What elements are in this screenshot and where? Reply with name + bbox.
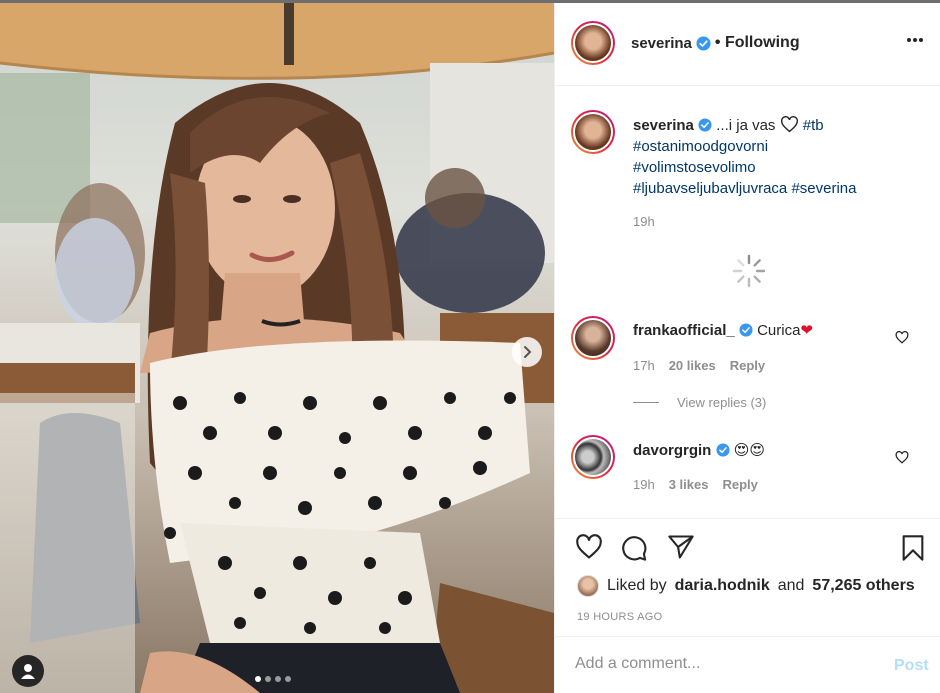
- like-icon[interactable]: [575, 534, 603, 560]
- comment-text: Curica: [757, 322, 801, 339]
- hashtag-link[interactable]: #tb: [803, 117, 824, 134]
- likes-others-link[interactable]: 57,265 others: [812, 577, 914, 595]
- tagged-users-button[interactable]: [12, 655, 44, 687]
- replies-divider: [633, 402, 659, 403]
- post-comment-button[interactable]: Post: [894, 657, 929, 675]
- caption-username[interactable]: severina: [633, 117, 694, 134]
- post-actions: Liked by daria.hodnik and 57,265 others …: [555, 518, 940, 638]
- view-replies-label: View replies (3): [677, 395, 767, 410]
- photo-illustration: [0, 3, 554, 693]
- like-comment-icon[interactable]: [895, 331, 909, 344]
- add-comment-bar: Post: [555, 636, 940, 693]
- loading-spinner-icon: [732, 254, 766, 288]
- liked-by-prefix: Liked by: [607, 577, 667, 594]
- share-icon[interactable]: [667, 534, 695, 560]
- liker-username[interactable]: daria.hodnik: [675, 577, 770, 595]
- liker-avatar[interactable]: [577, 575, 599, 597]
- red-heart-emoji: ❤: [800, 322, 813, 339]
- comment-reply-button[interactable]: Reply: [730, 358, 765, 373]
- comment-reply-button[interactable]: Reply: [722, 477, 757, 492]
- author-avatar[interactable]: [571, 21, 615, 65]
- comment-time[interactable]: 17h: [633, 358, 655, 373]
- carousel-dot-active: [255, 676, 261, 682]
- comment-username[interactable]: frankaofficial_: [633, 322, 735, 339]
- heart-outline-icon: [780, 116, 798, 133]
- author-username[interactable]: severina: [631, 35, 692, 52]
- comment-likes[interactable]: 20 likes: [669, 358, 716, 373]
- like-comment-icon[interactable]: [895, 451, 909, 464]
- carousel-next-button[interactable]: [512, 337, 542, 367]
- comment-avatar[interactable]: [571, 316, 615, 360]
- post-caption: severina ...i ja vas #tb #ostanimoodgovo…: [633, 115, 923, 232]
- caption-author-avatar[interactable]: [571, 110, 615, 154]
- author-header: severina • Following: [631, 34, 800, 52]
- chevron-right-icon: [524, 346, 531, 358]
- more-horizontal-icon[interactable]: [906, 37, 924, 43]
- comment-meta: 17h 20 likes Reply: [633, 358, 765, 373]
- verified-badge-icon: [698, 118, 712, 132]
- hashtag-link[interactable]: #ostanimoodgovorni: [633, 138, 768, 155]
- post-photo[interactable]: [0, 3, 554, 693]
- verified-badge-icon: [739, 323, 753, 337]
- user-icon: [21, 664, 35, 679]
- bookmark-icon[interactable]: [901, 534, 925, 562]
- liked-by-conj: and: [777, 577, 805, 594]
- post-details-panel: severina • Following severina ...i ja va…: [554, 3, 940, 693]
- caption-text: ...i ja vas: [716, 117, 776, 134]
- caption-timestamp[interactable]: 19h: [633, 211, 923, 232]
- carousel-dot: [275, 676, 281, 682]
- post-age[interactable]: 19 HOURS AGO: [577, 611, 663, 623]
- comment-text: 😍😍: [733, 442, 765, 459]
- comment-username[interactable]: davorgrgin: [633, 442, 711, 459]
- hashtag-link[interactable]: #severina: [791, 180, 856, 197]
- liked-by: Liked by daria.hodnik and 57,265 others: [577, 575, 915, 597]
- post-header: severina • Following: [555, 3, 940, 86]
- hashtag-link[interactable]: #volimstosevolimo: [633, 159, 756, 176]
- following-button[interactable]: • Following: [715, 34, 800, 52]
- comment-avatar[interactable]: [571, 435, 615, 479]
- verified-badge-icon: [696, 35, 711, 51]
- comment-item: frankaofficial_ Curica❤: [633, 321, 813, 339]
- hashtag-link[interactable]: #ljubavseljubavljuvraca: [633, 180, 787, 197]
- comment-item: davorgrgin 😍😍: [633, 441, 765, 459]
- comment-time[interactable]: 19h: [633, 477, 655, 492]
- comment-likes[interactable]: 3 likes: [669, 477, 709, 492]
- view-replies-button[interactable]: View replies (3): [633, 395, 766, 410]
- carousel-dot: [265, 676, 271, 682]
- carousel-indicator: [255, 676, 291, 682]
- comment-icon[interactable]: [620, 534, 648, 562]
- carousel-dot: [285, 676, 291, 682]
- comment-meta: 19h 3 likes Reply: [633, 477, 758, 492]
- verified-badge-icon: [715, 443, 730, 457]
- add-comment-input[interactable]: [575, 655, 875, 673]
